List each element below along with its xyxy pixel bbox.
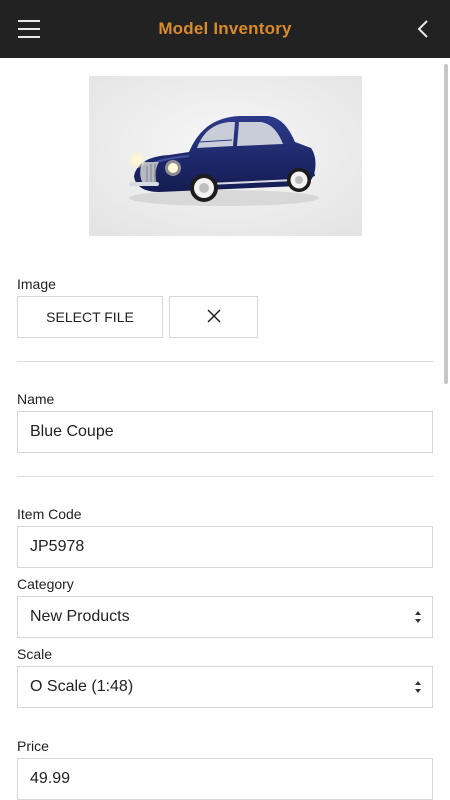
price-input[interactable]: 49.99 bbox=[17, 758, 433, 800]
item-code-label: Item Code bbox=[17, 506, 82, 522]
divider bbox=[17, 476, 433, 477]
select-arrows-icon bbox=[414, 680, 422, 694]
category-label: Category bbox=[17, 576, 74, 592]
scale-select[interactable]: O Scale (1:48) bbox=[17, 666, 433, 708]
clear-image-button[interactable] bbox=[169, 296, 258, 338]
price-label: Price bbox=[17, 738, 49, 754]
close-icon bbox=[206, 308, 222, 327]
image-label: Image bbox=[17, 276, 56, 292]
name-label: Name bbox=[17, 391, 55, 407]
app-header: Model Inventory bbox=[0, 0, 450, 58]
scale-label: Scale bbox=[17, 646, 53, 662]
form-content: Image SELECT FILE Name Blue Coupe Item C… bbox=[0, 58, 450, 800]
select-arrows-icon bbox=[414, 610, 422, 624]
scrollbar[interactable] bbox=[444, 64, 448, 384]
divider bbox=[17, 361, 433, 362]
chevron-left-icon[interactable] bbox=[416, 19, 430, 39]
page-title: Model Inventory bbox=[158, 19, 292, 38]
scale-selected-value: O Scale (1:48) bbox=[30, 678, 134, 695]
name-input[interactable]: Blue Coupe bbox=[17, 411, 433, 453]
product-image bbox=[89, 76, 362, 236]
select-file-button[interactable]: SELECT FILE bbox=[17, 296, 163, 338]
item-code-input[interactable]: JP5978 bbox=[17, 526, 433, 568]
hamburger-icon[interactable] bbox=[18, 20, 40, 38]
category-select[interactable]: New Products bbox=[17, 596, 433, 638]
category-selected-value: New Products bbox=[30, 608, 130, 625]
